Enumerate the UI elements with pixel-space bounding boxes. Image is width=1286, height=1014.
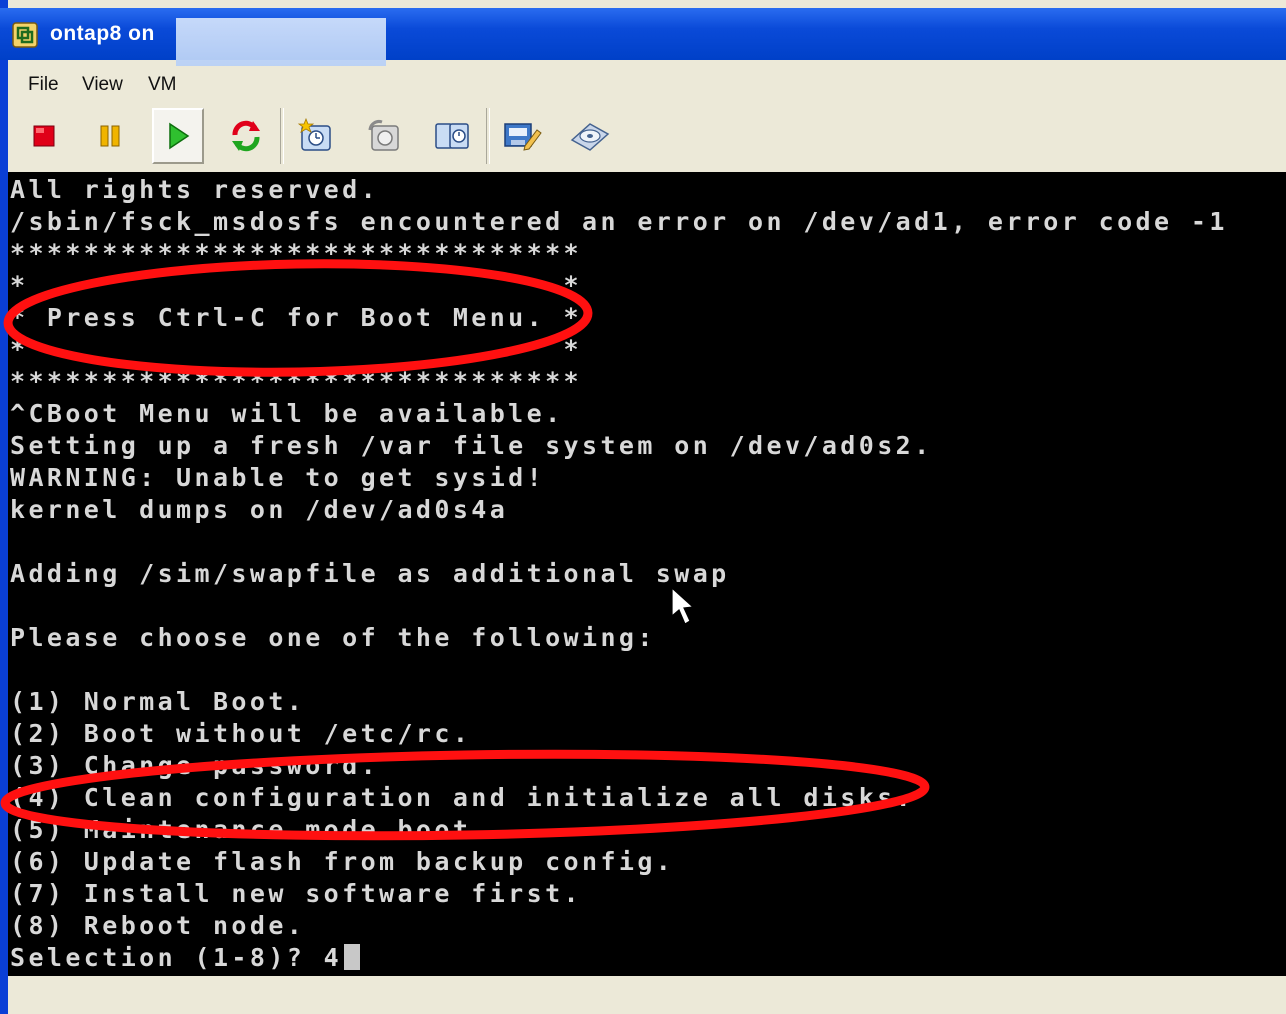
console-line: Please choose one of the following: <box>10 623 656 652</box>
reset-icon <box>232 120 260 152</box>
console-line: All rights reserved. <box>10 175 380 204</box>
pause-icon <box>100 125 120 147</box>
console-line: (8) Reboot node. <box>10 911 306 940</box>
title-bar[interactable]: ontap8 on <box>0 8 1286 66</box>
console-line: * * <box>10 271 582 300</box>
console-line: (6) Update flash from backup config. <box>10 847 675 876</box>
cd-drive-icon <box>570 123 610 151</box>
console-line: (1) Normal Boot. <box>10 687 306 716</box>
toolbar-separator <box>486 108 490 164</box>
revert-snapshot-icon <box>368 120 399 151</box>
console-line: ******************************* <box>10 239 582 268</box>
text-cursor <box>344 944 361 970</box>
console-line: * * <box>10 335 582 364</box>
menu-bar: File View VM <box>8 66 1278 102</box>
console-line: (5) Maintenance mode boot. <box>10 815 490 844</box>
take-snapshot-button[interactable] <box>290 108 342 164</box>
edit-settings-icon <box>504 123 542 151</box>
play-icon <box>169 122 190 150</box>
console-line: Setting up a fresh /var file system on /… <box>10 431 933 460</box>
revert-snapshot-button[interactable] <box>358 108 410 164</box>
snapshot-manager-button[interactable] <box>426 108 478 164</box>
console-line: ^CBoot Menu will be available. <box>10 399 564 428</box>
console-prompt-line[interactable]: Selection (1-8)? 4 <box>10 942 361 974</box>
vmware-console-icon <box>12 22 38 48</box>
redacted-title-region <box>176 18 386 66</box>
cd-drive-button[interactable] <box>564 108 616 164</box>
status-bar <box>8 976 1286 1014</box>
console-line: * Press Ctrl-C for Boot Menu. * <box>10 303 582 332</box>
console-line: WARNING: Unable to get sysid! <box>10 463 546 492</box>
console-line: ******************************* <box>10 367 582 396</box>
edit-settings-button[interactable] <box>496 108 548 164</box>
console-line: /sbin/fsck_msdosfs encountered an error … <box>10 207 1228 236</box>
stop-button[interactable] <box>18 108 70 164</box>
console-line: Adding /sim/swapfile as additional swap <box>10 559 730 588</box>
toolbar-separator <box>280 108 284 164</box>
stop-icon <box>33 125 55 147</box>
toolbar <box>8 104 1278 168</box>
console-line: (3) Change password. <box>10 751 380 780</box>
selection-prompt: Selection (1-8)? 4 <box>10 943 343 972</box>
menu-vm[interactable]: VM <box>148 74 177 96</box>
menu-view[interactable]: View <box>82 74 123 96</box>
console-line: (7) Install new software first. <box>10 879 582 908</box>
pause-button[interactable] <box>84 108 136 164</box>
reset-button[interactable] <box>220 108 272 164</box>
play-button[interactable] <box>152 108 204 164</box>
window-title: ontap8 on <box>50 22 155 45</box>
snapshot-manager-icon <box>435 123 469 149</box>
take-snapshot-icon <box>297 117 331 151</box>
console-line: (4) Clean configuration and initialize a… <box>10 783 915 812</box>
menu-file[interactable]: File <box>28 74 59 96</box>
vm-console-screen[interactable]: All rights reserved. /sbin/fsck_msdosfs … <box>8 172 1286 976</box>
console-line: kernel dumps on /dev/ad0s4a <box>10 495 509 524</box>
console-line: (2) Boot without /etc/rc. <box>10 719 472 748</box>
